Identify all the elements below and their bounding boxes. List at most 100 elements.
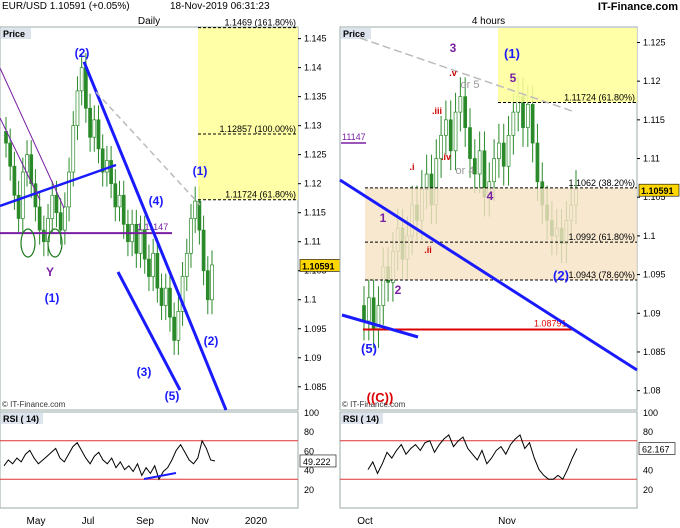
daily-candle-body	[88, 107, 92, 138]
daily-fib-label: 1.1469 (161.80%)	[224, 18, 296, 28]
daily-watermark: © IT-Finance.com	[2, 400, 66, 409]
daily-rsi-value: 49.222	[303, 457, 331, 467]
daily-xtick-label: May	[27, 516, 46, 527]
daily-ytick-label: 1.115	[304, 208, 326, 218]
daily-candle-body	[117, 194, 122, 208]
daily-last-price: 1.10591	[302, 261, 335, 271]
h4-wave-label-red: .iii	[432, 106, 442, 116]
h4-wave-label-blue: (5)	[361, 341, 377, 356]
h4-panel-title: 4 hours	[472, 16, 505, 27]
h4-ytick-label: 1.085	[643, 347, 666, 357]
h4-candle-body	[497, 142, 501, 159]
daily-candle-body	[113, 183, 118, 208]
h4-candle-body	[366, 297, 371, 322]
daily-candle-body	[92, 119, 97, 138]
h4-wave-label-grey: or 5	[461, 79, 480, 91]
h4-rsi-ytick: 20	[643, 485, 653, 495]
daily-candle-body	[67, 171, 71, 208]
h4-fib-label: 1.1062 (38.20%)	[568, 178, 635, 188]
daily-candle-body	[147, 258, 151, 277]
h4-rsi-ytick: 40	[643, 466, 653, 476]
h4-price-label: Price	[343, 29, 365, 39]
h4-wave-label-purple: 1	[380, 211, 387, 225]
h4-ytick-label: 1.115	[643, 115, 665, 125]
daily-fib-label: 1.11724 (61.80%)	[225, 190, 296, 200]
daily-wave-label: (4)	[149, 194, 164, 208]
h4-candle-body	[424, 173, 429, 190]
h4-rsi-label: RSI ( 14)	[343, 414, 379, 424]
h4-candle-body	[535, 142, 540, 183]
daily-candle-body	[54, 194, 59, 214]
daily-candle-body	[58, 212, 63, 231]
daily-rsi-ytick: 20	[304, 485, 314, 495]
daily-candle-body	[121, 194, 126, 225]
h4-candle-body	[506, 134, 511, 167]
h4-ytick-label: 1.11	[643, 154, 660, 164]
daily-candle-body	[96, 119, 101, 150]
daily-ytick-label: 1.125	[304, 150, 327, 160]
h4-candle-body	[458, 96, 463, 113]
daily-wave-label: (5)	[165, 389, 180, 403]
daily-ytick-label: 1.11	[304, 237, 321, 247]
daily-ytick-label: 1.13	[304, 121, 322, 131]
h4-candle-body	[530, 104, 535, 144]
h4-fib-zone	[498, 28, 637, 103]
daily-candle-body	[189, 218, 193, 254]
daily-xtick-label: Sep	[136, 516, 154, 527]
h4-rsi-ytick: 100	[643, 408, 658, 418]
daily-candle-body	[50, 194, 55, 219]
daily-xtick-label: Nov	[191, 516, 209, 527]
h4-candle-body	[511, 111, 516, 136]
h4-wave-label-grey: or 4	[456, 165, 475, 177]
h4-candle-body	[453, 111, 458, 152]
daily-ytick-label: 1.135	[304, 92, 327, 102]
daily-ytick-label: 1.095	[304, 324, 327, 334]
daily-candle-body	[193, 200, 198, 219]
daily-candle-body	[151, 252, 155, 277]
daily-candle-body	[205, 270, 210, 301]
h4-ytick-label: 1.095	[643, 270, 666, 280]
daily-wave-label: (3)	[137, 365, 152, 379]
daily-candle-body	[33, 183, 38, 208]
daily-fib-label: 1.12857 (100.00%)	[219, 124, 296, 134]
h4-candle-body	[525, 104, 530, 128]
h4-candle-body	[501, 142, 506, 167]
daily-candle-body	[210, 264, 214, 301]
h4-wave-label-purple: 2	[395, 283, 402, 297]
h4-wave-label-blue: ((C))	[367, 390, 394, 405]
h4-wave-label-red: .i	[409, 162, 414, 172]
daily-fib-zone	[198, 27, 298, 200]
daily-ytick-label: 1.09	[304, 353, 322, 363]
h4-candle-body	[463, 96, 468, 128]
daily-wave-label: (1)	[45, 291, 60, 305]
daily-candle-body	[201, 229, 206, 272]
daily-xtick-label: Jul	[82, 516, 95, 527]
h4-candle-body	[448, 119, 453, 152]
h4-candle-body	[444, 119, 448, 136]
h4-candle-body	[468, 127, 472, 159]
daily-candle-body	[109, 160, 113, 185]
daily-candle-body	[155, 252, 160, 289]
daily-candle-body	[163, 287, 168, 306]
daily-rsi-ytick: 100	[304, 408, 319, 418]
daily-wave-label: (2)	[75, 46, 90, 60]
h4-xtick-label: Nov	[498, 516, 516, 527]
h4-ytick-label: 1.1	[643, 231, 656, 241]
daily-candle-body	[71, 125, 76, 173]
daily-candle-body	[20, 171, 25, 219]
daily-rsi-frame	[0, 411, 299, 509]
h4-wave-label-blue: (1)	[504, 46, 520, 61]
daily-rsi-label: RSI ( 14)	[3, 414, 39, 424]
h4-candle-body	[477, 150, 482, 175]
daily-candle-body	[37, 206, 42, 231]
h4-last-price: 1.10591	[641, 186, 674, 196]
daily-candle-body	[197, 200, 202, 231]
h4-wave-label-purple: 5	[510, 71, 517, 85]
daily-price-label: Price	[3, 29, 25, 39]
daily-candle-body	[172, 316, 177, 341]
h4-ytick-label: 1.12	[643, 76, 661, 86]
daily-candle-body	[79, 67, 84, 92]
chart-canvas: DailyPrice 1.1451.141.1351.131.1251.121.1…	[0, 16, 680, 527]
daily-candle-body	[184, 252, 189, 277]
h4-wave-label-purple: 3	[450, 41, 457, 55]
